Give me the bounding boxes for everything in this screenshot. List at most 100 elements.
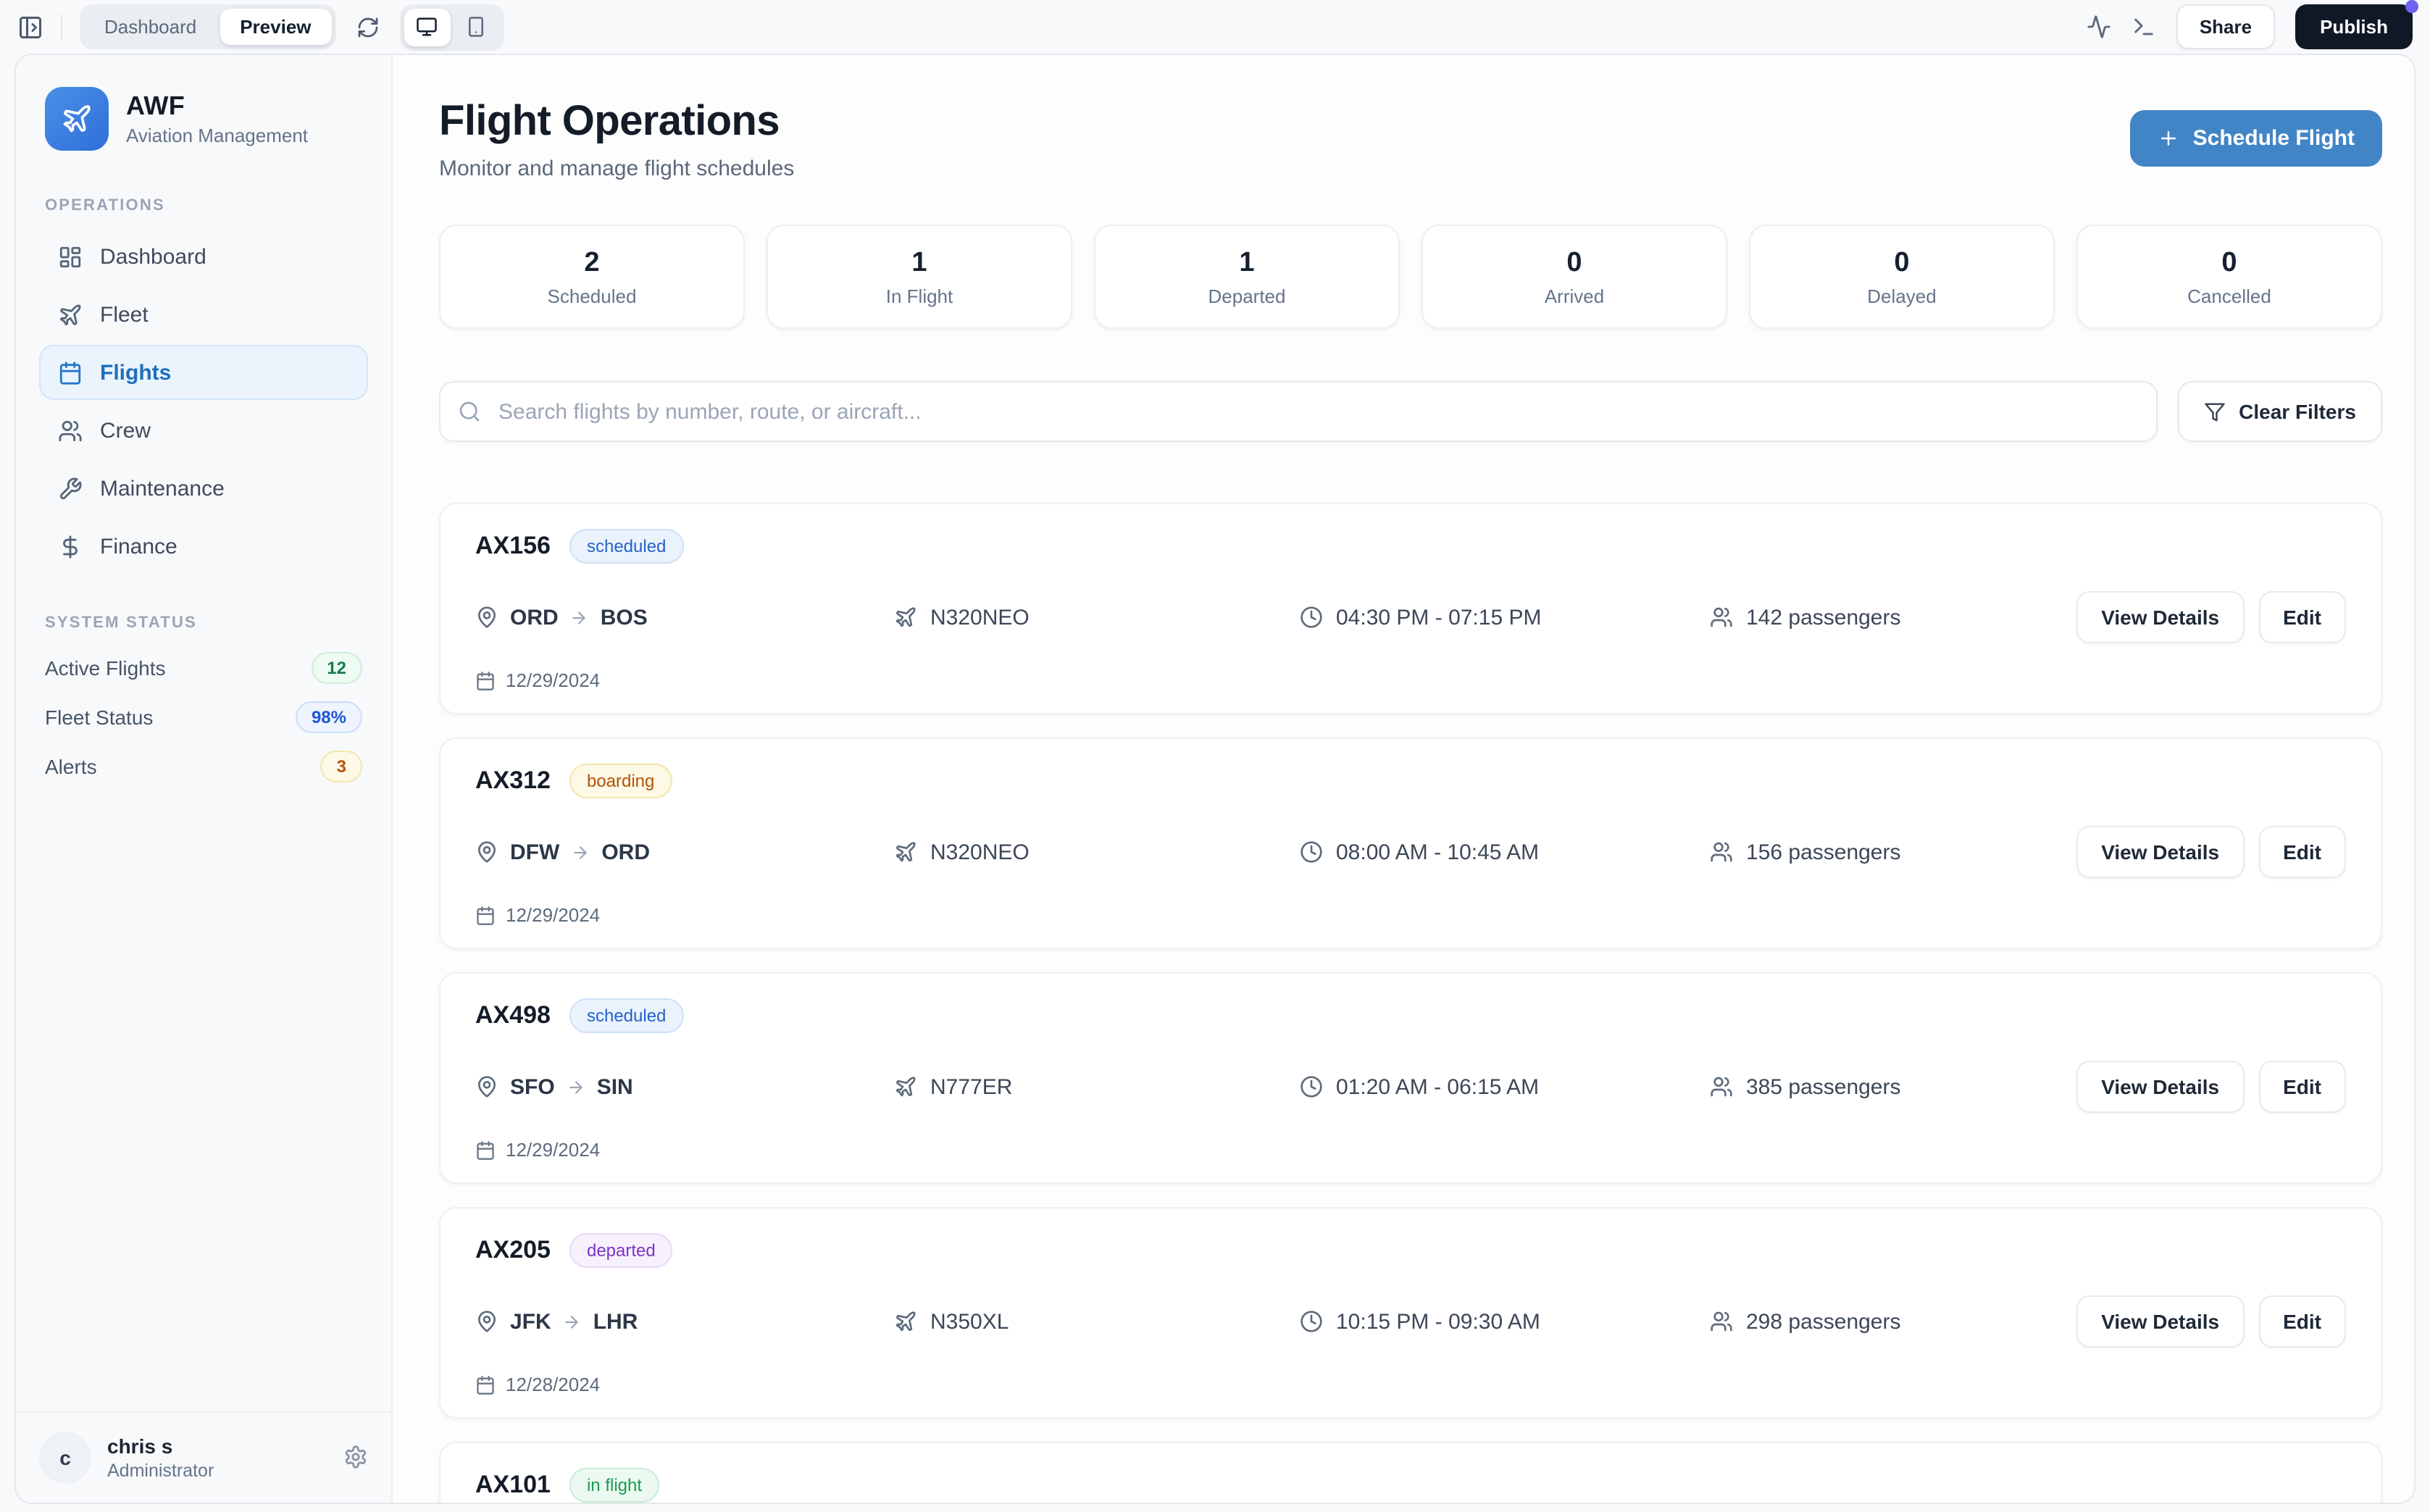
- flight-passengers: 142 passengers: [1710, 605, 2076, 630]
- flight-status-badge: departed: [569, 1233, 673, 1268]
- flight-route: JFK LHR: [475, 1309, 894, 1334]
- view-details-button[interactable]: View Details: [2076, 591, 2245, 643]
- dashboard-icon: [58, 244, 83, 269]
- toolbar-right: Share Publish: [2087, 0, 2418, 49]
- search-row: Clear Filters: [439, 381, 2382, 442]
- sidebar-user: c chris s Administrator: [16, 1411, 391, 1502]
- terminal-icon[interactable]: [2132, 14, 2156, 39]
- destination-code: ORD: [601, 840, 650, 864]
- stat-label: In Flight: [885, 285, 953, 306]
- edit-button[interactable]: Edit: [2258, 826, 2346, 878]
- tab-preview[interactable]: Preview: [220, 9, 332, 45]
- schedule-flight-button[interactable]: Schedule Flight: [2130, 110, 2382, 167]
- view-details-button[interactable]: View Details: [2076, 1295, 2245, 1348]
- activity-icon[interactable]: [2087, 14, 2111, 39]
- flight-route: ORD BOS: [475, 605, 894, 630]
- mobile-view-button[interactable]: [454, 8, 500, 46]
- plane-icon: [894, 1310, 917, 1333]
- edit-button[interactable]: Edit: [2258, 591, 2346, 643]
- stat-value: 0: [2221, 247, 2237, 277]
- search-input[interactable]: [439, 381, 2158, 442]
- share-button[interactable]: Share: [2176, 4, 2276, 49]
- sidebar-item-maintenance[interactable]: Maintenance: [39, 461, 368, 516]
- dollar-icon: [58, 534, 83, 559]
- page-header: Flight Operations Monitor and manage fli…: [439, 99, 2382, 181]
- toolbar-divider: [61, 14, 62, 40]
- view-details-button[interactable]: View Details: [2076, 826, 2245, 878]
- flight-time: 01:20 AM - 06:15 AM: [1300, 1074, 1710, 1099]
- monitor-icon: [417, 16, 438, 38]
- flight-number: AX312: [475, 767, 551, 794]
- brand-logo: [45, 87, 109, 151]
- stat-label: Arrived: [1544, 285, 1605, 306]
- flight-card: AX498 scheduled SFO SIN N777ER 01:20 AM …: [439, 972, 2382, 1184]
- stat-value: 2: [584, 247, 600, 277]
- flight-card: AX101 in flight LAX NRT N747BA 02:30 PM …: [439, 1442, 2382, 1502]
- flight-time: 10:15 PM - 09:30 AM: [1300, 1309, 1710, 1334]
- stat-value: 1: [1239, 247, 1255, 277]
- stat-card: 2 Scheduled: [439, 225, 745, 329]
- flight-status-badge: boarding: [569, 764, 672, 798]
- clock-icon: [1300, 1075, 1323, 1098]
- arrow-right-icon: [571, 843, 590, 861]
- stat-card: 0 Arrived: [1421, 225, 1727, 329]
- status-badge: 12: [311, 652, 362, 684]
- settings-gear-icon[interactable]: [343, 1445, 368, 1469]
- sidebar-item-finance[interactable]: Finance: [39, 519, 368, 574]
- flight-date: 12/29/2024: [475, 1139, 2346, 1161]
- calendar-icon: [475, 670, 496, 690]
- panel-toggle-icon[interactable]: [17, 14, 43, 40]
- flight-status-badge: in flight: [569, 1468, 660, 1502]
- sidebar-item-dashboard[interactable]: Dashboard: [39, 229, 368, 284]
- search-icon: [458, 400, 481, 423]
- status-section-title: SYSTEM STATUS: [45, 614, 197, 632]
- view-details-button[interactable]: View Details: [2076, 1061, 2245, 1113]
- flight-aircraft: N320NEO: [894, 840, 1300, 864]
- plane-icon: [61, 103, 93, 135]
- sidebar-item-crew[interactable]: Crew: [39, 403, 368, 458]
- system-status-section: SYSTEM STATUS Active Flights 12 Fleet St…: [16, 577, 391, 791]
- map-pin-icon: [475, 1075, 498, 1098]
- edit-button[interactable]: Edit: [2258, 1061, 2346, 1113]
- edit-button[interactable]: Edit: [2258, 1295, 2346, 1348]
- users-icon: [1710, 606, 1733, 629]
- refresh-icon[interactable]: [356, 15, 380, 38]
- user-name: chris s: [107, 1434, 173, 1457]
- plane-icon: [894, 1075, 917, 1098]
- origin-code: JFK: [510, 1309, 551, 1334]
- sidebar-item-flights[interactable]: Flights: [39, 345, 368, 400]
- user-role: Administrator: [107, 1460, 214, 1480]
- sidebar-nav: OPERATIONS Dashboard Fleet Flights Crew …: [16, 171, 391, 577]
- flight-number: AX156: [475, 532, 551, 559]
- brand: AWF Aviation Management: [16, 55, 391, 171]
- users-icon: [1710, 840, 1733, 864]
- flight-card: AX312 boarding DFW ORD N320NEO 08:00 AM …: [439, 738, 2382, 949]
- flight-number: AX205: [475, 1236, 551, 1264]
- status-row: Active Flights 12: [45, 643, 362, 693]
- desktop-view-button[interactable]: [404, 8, 451, 46]
- flight-passengers: 385 passengers: [1710, 1074, 2076, 1099]
- calendar-icon: [58, 360, 83, 385]
- status-label: Fleet Status: [45, 706, 154, 729]
- sidebar-item-fleet[interactable]: Fleet: [39, 287, 368, 342]
- origin-code: SFO: [510, 1074, 555, 1099]
- clear-filters-button[interactable]: Clear Filters: [2178, 381, 2382, 442]
- plane-icon: [894, 606, 917, 629]
- clock-icon: [1300, 606, 1323, 629]
- sidebar: AWF Aviation Management OPERATIONS Dashb…: [16, 55, 393, 1502]
- flight-status-badge: scheduled: [569, 998, 684, 1033]
- flights-list: AX156 scheduled ORD BOS N320NEO 04:30 PM…: [439, 503, 2382, 1502]
- search-field: [439, 381, 2158, 442]
- wrench-icon: [58, 476, 83, 501]
- plus-icon: [2158, 128, 2180, 149]
- flight-card: AX156 scheduled ORD BOS N320NEO 04:30 PM…: [439, 503, 2382, 714]
- stat-card: 0 Delayed: [1749, 225, 2055, 329]
- flight-passengers: 298 passengers: [1710, 1309, 2076, 1334]
- publish-button[interactable]: Publish: [2295, 0, 2418, 49]
- page-title: Flight Operations: [439, 99, 780, 145]
- map-pin-icon: [475, 840, 498, 864]
- stat-value: 0: [1566, 247, 1582, 277]
- flight-status-badge: scheduled: [569, 529, 684, 564]
- tab-dashboard[interactable]: Dashboard: [84, 9, 217, 45]
- map-pin-icon: [475, 1310, 498, 1333]
